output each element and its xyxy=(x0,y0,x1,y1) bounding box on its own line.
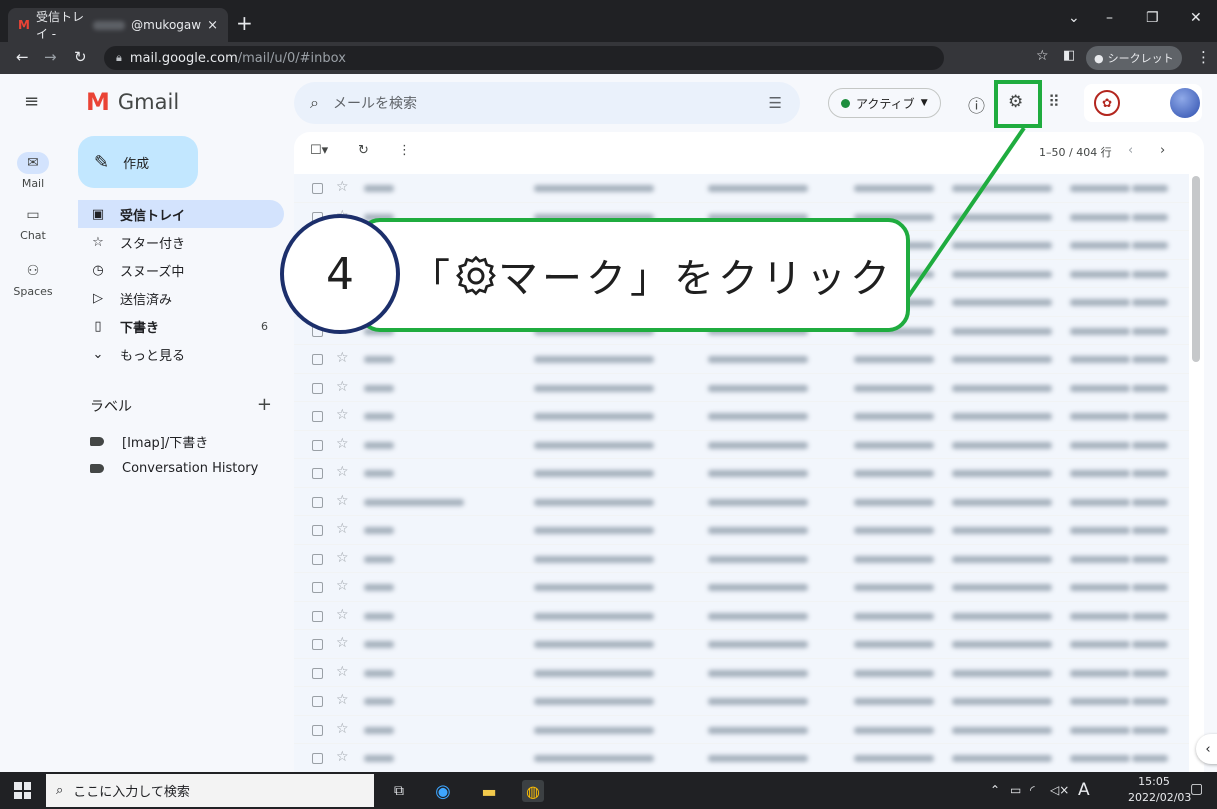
ime-indicator[interactable]: A xyxy=(1078,780,1090,800)
edge-browser-icon[interactable]: ◉ xyxy=(432,780,454,802)
taskbar-search-input[interactable]: ⌕ ここに入力して検索 xyxy=(46,774,374,807)
network-icon[interactable]: ◜ xyxy=(1030,783,1035,797)
tray-overflow-icon[interactable]: ⌃ xyxy=(990,783,1000,797)
volume-mute-icon[interactable]: ◁× xyxy=(1050,783,1069,797)
chrome-browser-icon[interactable]: ◍ xyxy=(522,780,544,802)
windows-start-icon[interactable] xyxy=(14,782,31,799)
taskbar-search-placeholder: ここに入力して検索 xyxy=(73,785,190,800)
battery-icon[interactable]: ▭ xyxy=(1010,783,1021,797)
callout-text: 「 マーク」をクリック xyxy=(410,246,894,304)
step-number: 4 xyxy=(326,248,354,300)
step-number-badge: 4 xyxy=(280,214,400,334)
taskbar-clock[interactable]: 15:05 2022/02/03 xyxy=(1128,774,1192,806)
gear-icon xyxy=(456,255,496,296)
settings-highlight-box xyxy=(994,80,1042,128)
callout-box: 「 マーク」をクリック xyxy=(358,218,910,332)
notification-icon[interactable]: ▢ xyxy=(1190,781,1203,797)
file-explorer-icon[interactable]: ▬ xyxy=(478,780,500,802)
callout-bracket: 「 xyxy=(410,256,454,302)
screenshot-root: M 受信トレイ - @mukogaw × + ⌄ – ❐ ✕ ← → ↻ 🔒︎ … xyxy=(0,0,1217,809)
task-view-icon[interactable]: ⧉ xyxy=(388,780,410,802)
windows-taskbar: ⌕ ここに入力して検索 ⧉ ◉ ▬ ◍ ⌃ ▭ ◜ ◁× A 15:05 202… xyxy=(0,772,1217,809)
search-icon: ⌕ xyxy=(56,783,64,798)
clock-date: 2022/02/03 xyxy=(1128,791,1192,804)
clock-time: 15:05 xyxy=(1138,775,1170,788)
callout-instruction: マーク」をクリック xyxy=(498,256,894,302)
